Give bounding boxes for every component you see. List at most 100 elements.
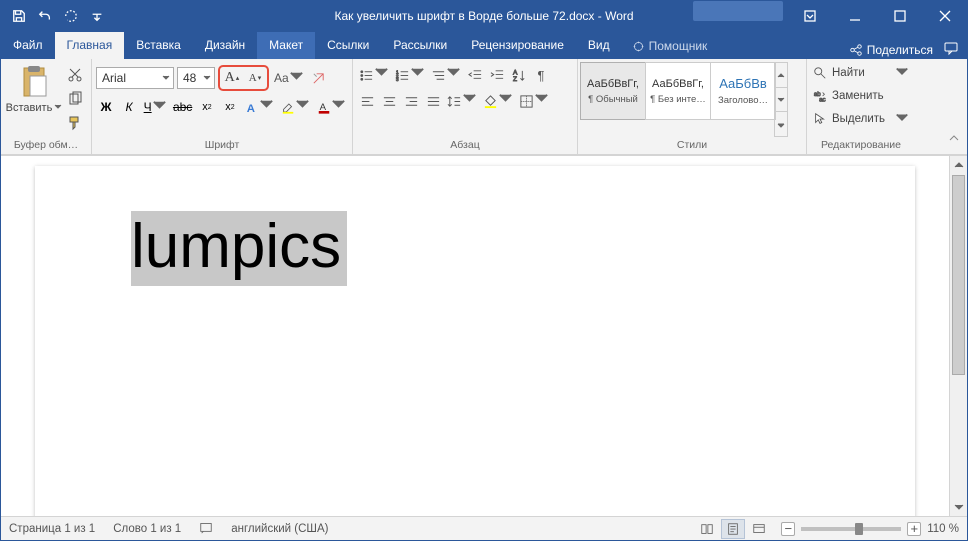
zoom-out-button[interactable]: − [781, 522, 795, 536]
scroll-down-icon[interactable] [950, 498, 967, 516]
group-editing-label: Редактирование [807, 137, 915, 154]
scroll-thumb[interactable] [952, 175, 965, 375]
comments-icon[interactable] [943, 40, 959, 59]
status-page[interactable]: Страница 1 из 1 [9, 523, 95, 535]
ribbon-options-icon[interactable] [787, 1, 832, 31]
statusbar: Страница 1 из 1 Слово 1 из 1 английский … [1, 516, 967, 540]
subscript-icon[interactable]: x2 [197, 97, 217, 117]
group-editing: Найти abacЗаменить Выделить Редактирован… [807, 59, 915, 154]
share-button[interactable]: Поделиться [849, 43, 933, 57]
shading-icon[interactable] [481, 91, 515, 111]
svg-text:Z: Z [512, 76, 516, 83]
styles-scroll[interactable] [774, 62, 788, 137]
tell-me[interactable]: Помощник [622, 33, 718, 59]
change-case-icon[interactable]: Aa [272, 68, 306, 88]
status-words[interactable]: Слово 1 из 1 [113, 523, 181, 535]
tab-review[interactable]: Рецензирование [459, 32, 576, 59]
font-name-combo[interactable]: Arial [96, 67, 174, 89]
highlight-icon[interactable] [279, 97, 312, 117]
tab-design[interactable]: Дизайн [193, 32, 257, 59]
group-clipboard: Вставить Буфер обм… [1, 59, 92, 154]
paste-icon[interactable] [16, 64, 52, 100]
align-center-icon[interactable] [379, 91, 399, 111]
strikethrough-icon[interactable]: abc [171, 97, 194, 117]
text-effects-icon[interactable]: A [243, 97, 276, 117]
style-no-spacing[interactable]: АаБбВвГг, ¶ Без инте… [645, 62, 711, 120]
proofing-icon[interactable] [199, 520, 213, 537]
zoom-level[interactable]: 110 % [927, 523, 959, 535]
tab-view[interactable]: Вид [576, 32, 622, 59]
italic-icon[interactable]: К [119, 97, 139, 117]
ribbon-tabs: Файл Главная Вставка Дизайн Макет Ссылки… [1, 31, 967, 59]
group-font-label: Шрифт [92, 137, 352, 154]
titlebar: Как увеличить шрифт в Ворде больше 72.do… [1, 1, 967, 31]
line-spacing-icon[interactable] [445, 91, 479, 111]
minimize-button[interactable] [832, 1, 877, 31]
tab-references[interactable]: Ссылки [315, 32, 381, 59]
justify-icon[interactable] [423, 91, 443, 111]
zoom-in-button[interactable]: + [907, 522, 921, 536]
align-left-icon[interactable] [357, 91, 377, 111]
show-marks-icon[interactable]: ¶ [531, 65, 551, 85]
tab-insert[interactable]: Вставка [124, 32, 193, 59]
group-styles: АаБбВвГг, ¶ Обычный АаБбВвГг, ¶ Без инте… [578, 59, 807, 154]
view-read-icon[interactable] [695, 519, 719, 539]
tab-file[interactable]: Файл [1, 32, 55, 59]
clear-formatting-icon[interactable] [309, 68, 329, 88]
select-button[interactable]: Выделить [813, 109, 909, 129]
style-heading1[interactable]: АаБбВв Заголово… [710, 62, 776, 120]
copy-icon[interactable] [65, 90, 85, 108]
svg-text:3: 3 [396, 77, 399, 82]
paste-button[interactable]: Вставить [6, 102, 63, 114]
view-web-icon[interactable] [747, 519, 771, 539]
bold-icon[interactable]: Ж [96, 97, 116, 117]
tab-layout[interactable]: Макет [257, 32, 315, 59]
tab-mailings[interactable]: Рассылки [381, 32, 459, 59]
svg-text:ac: ac [819, 96, 825, 103]
window-title: Как увеличить шрифт в Ворде больше 72.do… [334, 9, 633, 23]
group-font: Arial 48 A▴ A▾ Aa Ж К Ч abc [92, 59, 353, 154]
share-label: Поделиться [867, 43, 933, 57]
save-icon[interactable] [7, 4, 31, 28]
cut-icon[interactable] [65, 66, 85, 84]
svg-text:A: A [247, 102, 255, 114]
ribbon: Вставить Буфер обм… Arial 48 A▴ [1, 59, 967, 155]
font-color-icon[interactable]: A [315, 97, 348, 117]
page[interactable]: lumpics [35, 166, 915, 516]
maximize-button[interactable] [877, 1, 922, 31]
replace-button[interactable]: abacЗаменить [813, 86, 909, 106]
superscript-icon[interactable]: x2 [220, 97, 240, 117]
multilevel-list-icon[interactable] [429, 65, 463, 85]
vertical-scrollbar[interactable] [949, 156, 967, 516]
group-paragraph: 123 AZ ¶ [353, 59, 578, 154]
undo-icon[interactable] [33, 4, 57, 28]
user-account[interactable] [693, 1, 783, 21]
tab-home[interactable]: Главная [55, 32, 125, 59]
sort-icon[interactable]: AZ [509, 65, 529, 85]
shrink-font-icon[interactable]: A▾ [245, 68, 265, 88]
grow-font-icon[interactable]: A▴ [222, 68, 242, 88]
group-styles-label: Стили [578, 137, 806, 154]
borders-icon[interactable] [517, 91, 551, 111]
document-text-selected[interactable]: lumpics [131, 211, 347, 286]
scroll-up-icon[interactable] [950, 156, 967, 174]
view-print-icon[interactable] [721, 519, 745, 539]
redo-icon[interactable] [59, 4, 83, 28]
qat-customize-icon[interactable] [85, 4, 109, 28]
find-button[interactable]: Найти [813, 63, 909, 83]
underline-icon[interactable]: Ч [142, 97, 168, 117]
increase-indent-icon[interactable] [487, 65, 507, 85]
collapse-ribbon-icon[interactable] [945, 129, 963, 147]
style-normal[interactable]: АаБбВвГг, ¶ Обычный [580, 62, 646, 120]
zoom-slider[interactable] [801, 527, 901, 531]
decrease-indent-icon[interactable] [465, 65, 485, 85]
format-painter-icon[interactable] [65, 114, 85, 132]
bullets-icon[interactable] [357, 65, 391, 85]
group-clipboard-label: Буфер обм… [1, 137, 91, 154]
document-area: lumpics [1, 155, 967, 516]
numbering-icon[interactable]: 123 [393, 65, 427, 85]
close-button[interactable] [922, 1, 967, 31]
align-right-icon[interactable] [401, 91, 421, 111]
status-language[interactable]: английский (США) [231, 523, 328, 535]
font-size-combo[interactable]: 48 [177, 67, 215, 89]
